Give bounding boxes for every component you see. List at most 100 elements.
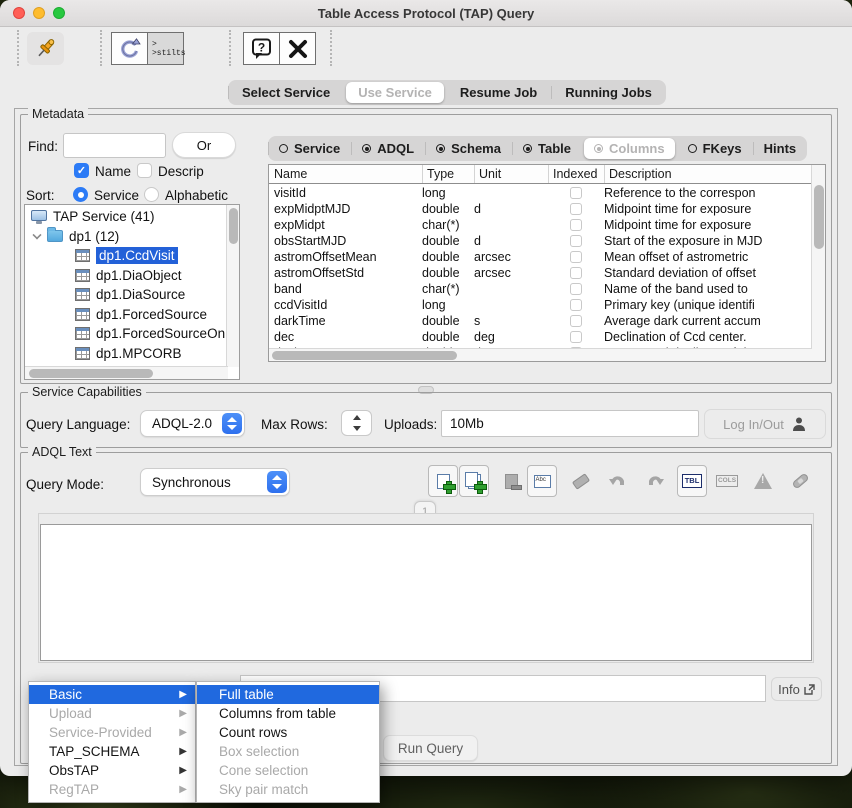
fix-text-button[interactable] <box>785 465 815 497</box>
menu-item[interactable]: RegTAP ▶ <box>29 780 195 799</box>
tree-item[interactable]: TAP Service (41) <box>25 207 226 227</box>
metadata-view-tab[interactable]: Service <box>268 136 351 161</box>
parse-errors-button[interactable] <box>748 465 778 497</box>
scrollbar-thumb[interactable] <box>229 208 238 244</box>
tree-item[interactable]: dp1.DiaObject <box>25 266 226 286</box>
table-row[interactable]: astromOffsetMean double arcsec Mean offs… <box>269 249 811 265</box>
tree-item[interactable]: dp1.ForcedSource <box>25 305 226 325</box>
indexed-checkbox[interactable] <box>570 235 582 247</box>
chevron-down-icon[interactable] <box>32 231 41 240</box>
submenu-item[interactable]: Cone selection <box>197 761 379 780</box>
menu-item[interactable]: Service-Provided ▶ <box>29 723 195 742</box>
header-description[interactable]: Description <box>604 165 811 183</box>
tree-item[interactable]: dp1.ForcedSourceOnD <box>25 324 226 344</box>
indexed-checkbox[interactable] <box>570 331 582 343</box>
table-row[interactable]: obsStartMJD double d Start of the exposu… <box>269 233 811 249</box>
metadata-view-tab[interactable]: Hints <box>753 136 808 161</box>
query-language-select[interactable]: ADQL-2.0 <box>140 410 245 437</box>
add-tab-button[interactable] <box>428 465 458 497</box>
mode-tab[interactable]: Select Service <box>228 80 344 105</box>
indexed-checkbox[interactable] <box>570 315 582 327</box>
metadata-view-tab[interactable]: Schema <box>425 136 512 161</box>
insert-table-name-button[interactable]: TBL <box>677 465 707 497</box>
table-row[interactable]: darkTime double s Average dark current a… <box>269 313 811 329</box>
metadata-view-tab[interactable]: Columns <box>584 138 675 159</box>
tree-node-label: dp1.CcdVisit <box>96 247 178 264</box>
menu-item[interactable]: Upload ▶ <box>29 704 195 723</box>
max-rows-stepper[interactable] <box>341 410 372 436</box>
scrollbar-thumb[interactable] <box>814 185 824 249</box>
table-row[interactable]: astromOffsetStd double arcsec Standard d… <box>269 265 811 281</box>
uploads-field[interactable] <box>441 410 699 437</box>
submenu-item[interactable]: Sky pair match <box>197 780 379 799</box>
tree-vertical-scrollbar[interactable] <box>226 205 239 367</box>
copy-tab-button[interactable] <box>459 465 489 497</box>
tree-item[interactable]: dp1.DiaSource <box>25 285 226 305</box>
rename-tab-button[interactable]: Abc <box>527 465 557 497</box>
copy-tab-icon <box>468 474 481 489</box>
help-button[interactable]: ? <box>243 32 280 65</box>
indexed-checkbox[interactable] <box>570 187 582 199</box>
tree-item[interactable]: dp1 (12) <box>25 227 226 247</box>
close-panel-button[interactable] <box>279 32 316 65</box>
table-vertical-scrollbar[interactable] <box>811 165 825 361</box>
tree-item[interactable]: dp1.CcdVisit <box>25 246 226 266</box>
indexed-checkbox[interactable] <box>570 251 582 263</box>
indexed-checkbox[interactable] <box>570 299 582 311</box>
table-row[interactable]: expMidptMJD double d Midpoint time for e… <box>269 201 811 217</box>
header-name[interactable]: Name <box>269 165 422 183</box>
name-checkbox[interactable]: ✓ <box>74 163 89 178</box>
indexed-checkbox[interactable] <box>570 283 582 295</box>
query-mode-select[interactable]: Synchronous <box>140 468 290 496</box>
metadata-view-tab[interactable]: ADQL <box>351 136 425 161</box>
table-row[interactable]: expMidpt char(*) Midpoint time for expos… <box>269 217 811 233</box>
submenu-item[interactable]: Count rows <box>197 723 379 742</box>
metadata-view-tab[interactable]: FKeys <box>677 136 753 161</box>
remove-tab-button[interactable] <box>496 465 526 497</box>
header-indexed[interactable]: Indexed <box>548 165 604 183</box>
log-in-out-button[interactable]: Log In/Out <box>704 409 826 439</box>
descrip-checkbox[interactable] <box>137 163 152 178</box>
table-horizontal-scrollbar[interactable] <box>269 348 812 361</box>
redo-button[interactable] <box>640 465 670 497</box>
submenu-item[interactable]: Columns from table <box>197 704 379 723</box>
info-button[interactable]: Info <box>771 677 822 701</box>
adql-text-area[interactable] <box>40 524 812 661</box>
column-name-cell: ccdVisitId <box>269 298 422 312</box>
sort-alphabetic-radio[interactable] <box>144 187 159 202</box>
submenu-item[interactable]: Full table <box>197 685 379 704</box>
metadata-view-tab[interactable]: Table <box>512 136 582 161</box>
mode-tab[interactable]: Resume Job <box>446 80 551 105</box>
undo-button[interactable] <box>603 465 633 497</box>
header-type[interactable]: Type <box>422 165 474 183</box>
menu-item[interactable]: TAP_SCHEMA ▶ <box>29 742 195 761</box>
table-row[interactable]: ccdVisitId long Primary key (unique iden… <box>269 297 811 313</box>
indexed-checkbox[interactable] <box>570 219 582 231</box>
mode-tab[interactable]: Use Service <box>346 82 444 103</box>
menu-item[interactable]: Basic ▶ <box>29 685 195 704</box>
scrollbar-thumb[interactable] <box>29 369 153 378</box>
scrollbar-thumb[interactable] <box>272 351 457 360</box>
menu-item[interactable]: ObsTAP ▶ <box>29 761 195 780</box>
insert-columns-button[interactable]: COLS <box>712 465 742 497</box>
table-row[interactable]: visitId long Reference to the correspon <box>269 185 811 201</box>
or-button[interactable]: Or <box>172 132 236 158</box>
find-input[interactable] <box>63 133 166 158</box>
reload-button[interactable] <box>111 32 148 65</box>
column-type-cell: double <box>422 250 474 264</box>
table-row[interactable]: dec double deg Declination of Ccd center… <box>269 329 811 345</box>
submenu-item[interactable]: Box selection <box>197 742 379 761</box>
pin-window-button[interactable] <box>27 32 64 65</box>
stilts-button[interactable]: > >stilts <box>147 32 184 65</box>
sort-label: Sort: <box>26 188 55 203</box>
indexed-checkbox[interactable] <box>570 203 582 215</box>
tree-item[interactable]: dp1.MPCORB <box>25 344 226 364</box>
mode-tab[interactable]: Running Jobs <box>551 80 666 105</box>
tree-horizontal-scrollbar[interactable] <box>25 366 228 379</box>
indexed-checkbox[interactable] <box>570 267 582 279</box>
table-row[interactable]: band char(*) Name of the band used to <box>269 281 811 297</box>
header-unit[interactable]: Unit <box>474 165 548 183</box>
sort-service-radio[interactable] <box>73 187 88 202</box>
clear-text-button[interactable] <box>566 465 596 497</box>
run-query-button[interactable]: Run Query <box>383 735 478 761</box>
